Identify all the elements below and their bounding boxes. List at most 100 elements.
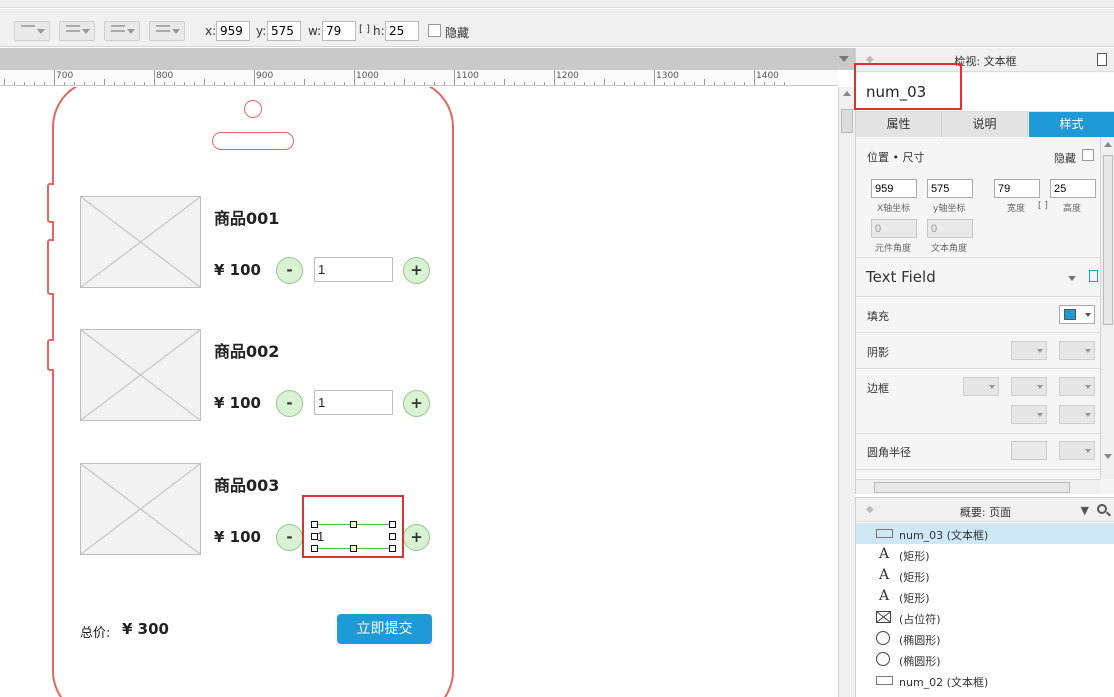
line-style-button[interactable] [104, 21, 140, 41]
scroll-up-icon[interactable] [843, 91, 851, 96]
inspector-horizontal-scrollbar[interactable] [856, 479, 1100, 494]
h-input[interactable] [385, 21, 419, 41]
hidden-checkbox[interactable] [1082, 149, 1094, 161]
chevron-down-icon[interactable] [1068, 276, 1076, 281]
x-input[interactable] [216, 21, 250, 41]
canvas-scrollbar[interactable] [838, 87, 855, 697]
tab-strip [0, 48, 855, 70]
ruler-tick [684, 82, 685, 85]
ruler-tick [664, 82, 665, 85]
style-edit-icon[interactable] [1089, 270, 1098, 282]
outline-item[interactable]: A (矩形) [856, 544, 1114, 565]
arrow-style-dropdown[interactable] [1059, 405, 1095, 424]
line-style-icon [111, 25, 125, 37]
inspector-panel: ◆ 检视: 文本框 num_03 属性 说明 样式 位置 • 尺寸 隐藏 X轴坐… [854, 48, 1114, 494]
border-color-dropdown[interactable] [1011, 377, 1047, 396]
ruler-tick [564, 82, 565, 85]
phone-side-button [47, 183, 54, 223]
height-input[interactable] [1050, 179, 1096, 198]
border-weight-dropdown[interactable] [963, 377, 999, 396]
product-name: 商品002 [214, 342, 280, 361]
outline-item[interactable]: num_03 (文本框) [856, 523, 1114, 544]
tab-notes[interactable]: 说明 [942, 112, 1028, 137]
outline-item[interactable]: (椭圆形) [856, 649, 1114, 670]
tab-properties[interactable]: 属性 [856, 112, 942, 137]
highlight-box [302, 495, 404, 558]
outline-item[interactable]: A (矩形) [856, 565, 1114, 586]
qty-plus-button[interactable]: + [403, 390, 430, 417]
highlight-box [854, 63, 962, 110]
search-icon[interactable] [1097, 504, 1107, 514]
border-visibility-dropdown[interactable] [1011, 405, 1047, 424]
page-icon[interactable] [1097, 53, 1107, 66]
w-input[interactable] [322, 21, 356, 41]
inspector-scrollbar[interactable] [1100, 137, 1114, 479]
scroll-thumb[interactable] [874, 482, 1070, 493]
ruler-tick [634, 82, 635, 85]
toolbar: x: y: w: [ ] h: 隐藏 [0, 9, 1114, 47]
lock-ratio-icon[interactable]: [ ] [1038, 201, 1048, 211]
scroll-up-icon[interactable] [1104, 142, 1112, 147]
chevron-down-icon[interactable] [839, 56, 849, 62]
qty-input[interactable] [314, 257, 393, 282]
qty-plus-button[interactable]: + [403, 257, 430, 284]
tab-style[interactable]: 样式 [1029, 112, 1114, 137]
ruler-tick [194, 82, 195, 85]
outline-item[interactable]: (椭圆形) [856, 628, 1114, 649]
ruler-tick [724, 82, 725, 85]
arrow-style-button[interactable] [149, 21, 185, 41]
ruler-tick [294, 82, 295, 85]
x-input[interactable] [871, 179, 917, 198]
product-image-placeholder[interactable] [80, 329, 201, 421]
outline-item-label: num_03 (文本框) [899, 529, 989, 542]
corner-radius-input[interactable] [1011, 441, 1047, 460]
outline-item[interactable]: (占位符) [856, 607, 1114, 628]
submit-button[interactable]: 立即提交 [337, 614, 432, 644]
ruler-tick [704, 79, 705, 85]
outer-shadow-dropdown[interactable] [1011, 341, 1047, 360]
ruler-tick [584, 82, 585, 85]
fill-color-picker[interactable] [1059, 305, 1095, 324]
ruler-tick [364, 82, 365, 85]
ruler-tick [484, 82, 485, 85]
ruler-tick [654, 70, 655, 85]
line-color-button[interactable] [14, 21, 50, 41]
y-input[interactable] [927, 179, 973, 198]
ruler-tick [734, 82, 735, 85]
line-weight-button[interactable] [59, 21, 95, 41]
product-image-placeholder[interactable] [80, 463, 201, 555]
qty-minus-button[interactable]: - [276, 524, 303, 551]
corner-visibility-dropdown[interactable] [1059, 441, 1095, 460]
ruler-tick [314, 82, 315, 85]
product-image-placeholder[interactable] [80, 196, 201, 288]
ruler-tick [44, 82, 45, 85]
outline-item[interactable]: num_02 (文本框) [856, 670, 1114, 691]
text-rotation-input[interactable] [927, 219, 973, 238]
qty-plus-button[interactable]: + [403, 524, 430, 551]
design-canvas[interactable]: 商品001 ¥ 100 - + 商品002 ¥ 100 - + 商品003 ¥ … [0, 87, 838, 697]
ruler-tick [424, 82, 425, 85]
ruler-tick [154, 70, 155, 85]
filter-icon[interactable]: ▼ [1081, 504, 1089, 517]
scroll-thumb[interactable] [841, 109, 853, 133]
qty-minus-button[interactable]: - [276, 390, 303, 417]
hidden-checkbox[interactable] [428, 24, 441, 37]
phone-frame: 商品001 ¥ 100 - + 商品002 ¥ 100 - + 商品003 ¥ … [47, 87, 454, 697]
style-name[interactable]: Text Field [866, 268, 936, 286]
scroll-thumb[interactable] [1103, 155, 1113, 325]
inner-shadow-dropdown[interactable] [1059, 341, 1095, 360]
scroll-down-icon[interactable] [1104, 454, 1112, 459]
qty-minus-button[interactable]: - [276, 257, 303, 284]
width-input[interactable] [994, 179, 1040, 198]
rotation-input[interactable] [871, 219, 917, 238]
ruler-tick [324, 82, 325, 85]
pen-icon [21, 25, 35, 37]
product-name: 商品001 [214, 209, 280, 228]
lock-ratio-icon[interactable]: [ ] [359, 24, 370, 35]
fill-label: 填充 [867, 310, 889, 323]
qty-input[interactable] [314, 390, 393, 415]
outline-item[interactable]: A (矩形) [856, 586, 1114, 607]
border-style-dropdown[interactable] [1059, 377, 1095, 396]
ruler-tick [614, 82, 615, 85]
y-input[interactable] [267, 21, 301, 41]
